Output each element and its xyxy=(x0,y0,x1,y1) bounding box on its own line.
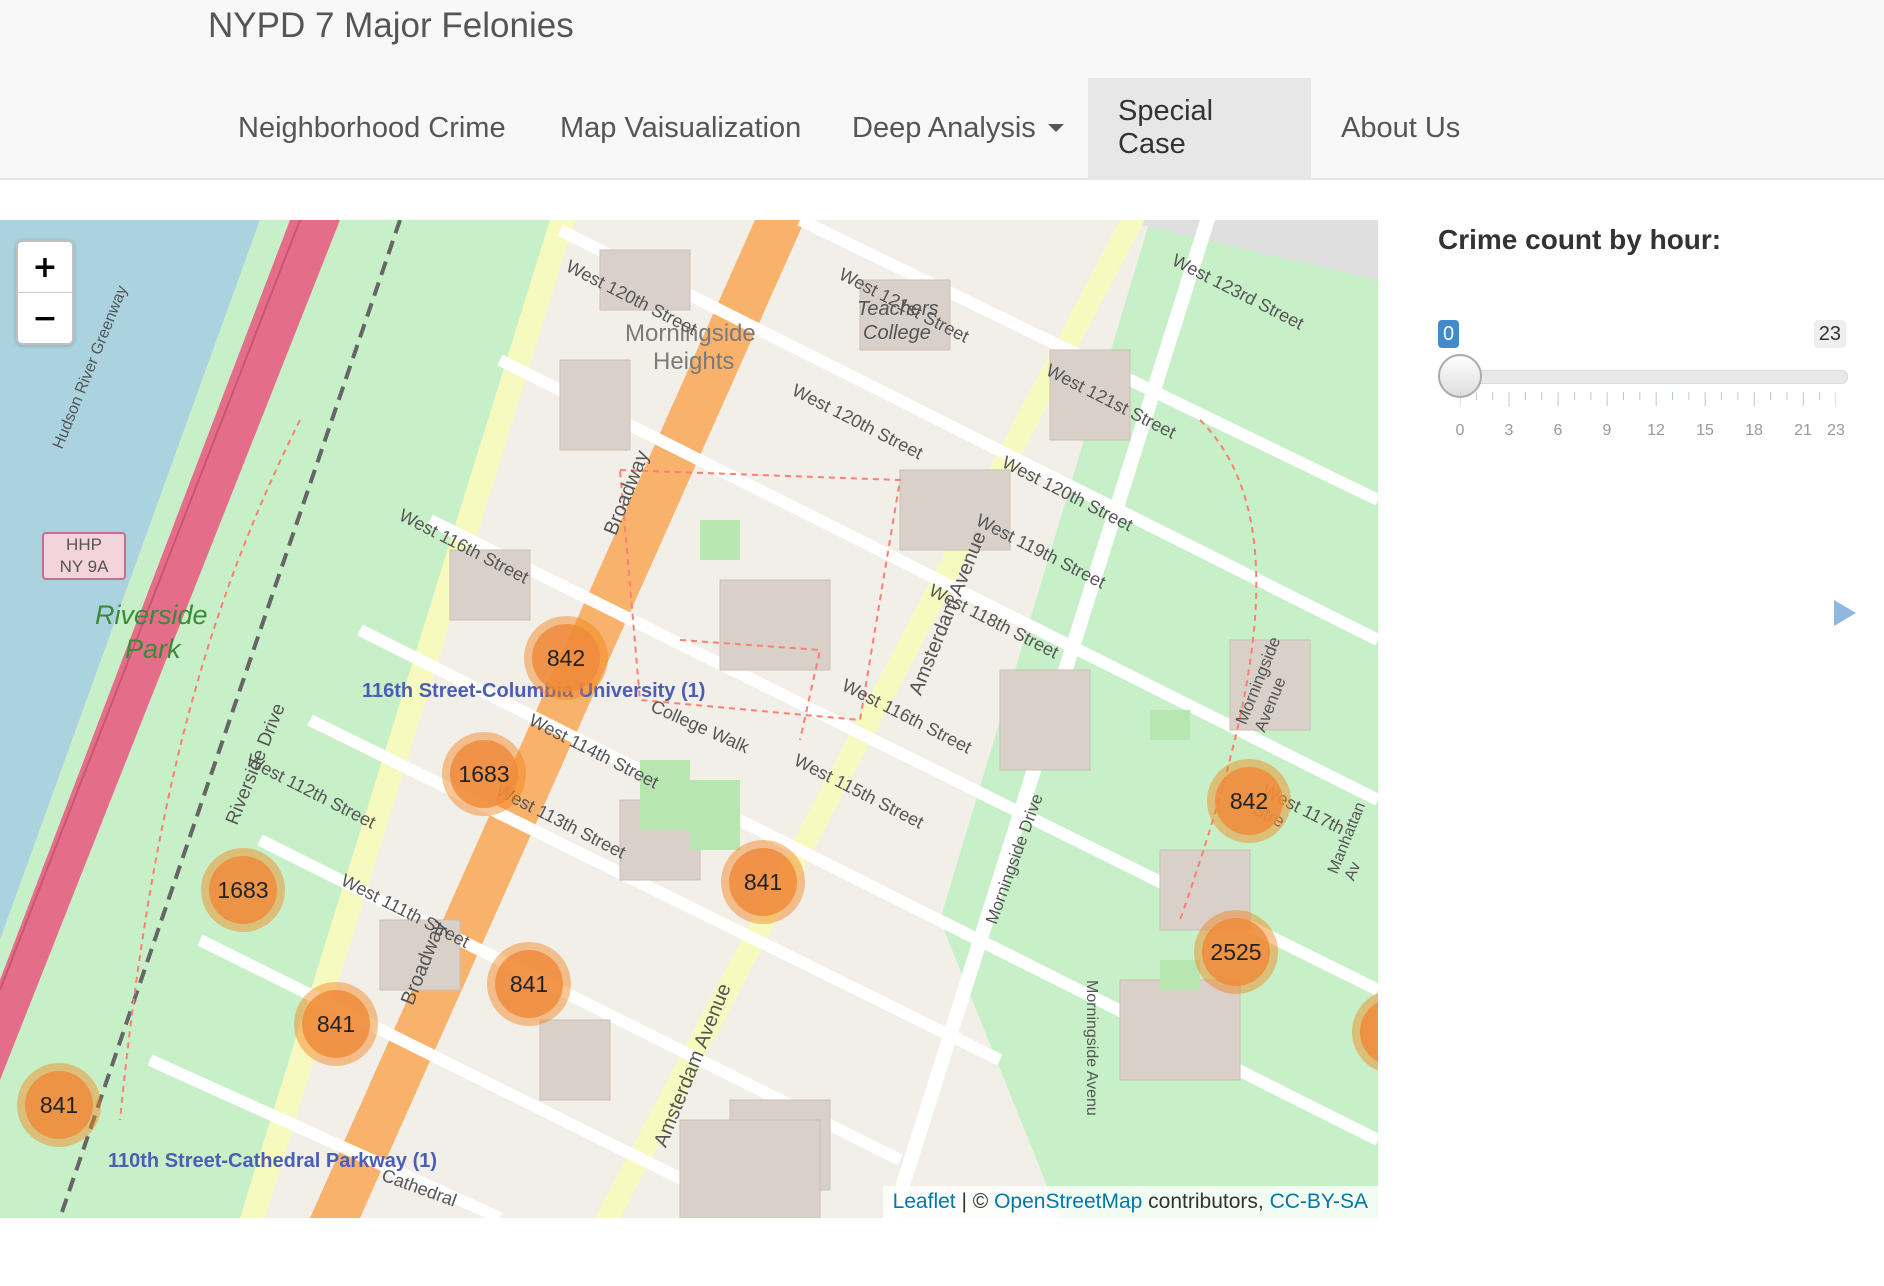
label-morningside-avenu: Morningside Avenu xyxy=(1083,980,1100,1116)
leaflet-link[interactable]: Leaflet xyxy=(893,1190,956,1213)
cluster-marker[interactable]: 1683 xyxy=(201,848,285,932)
cluster-count: 841 xyxy=(302,990,370,1058)
hour-slider[interactable]: 0 23 0 3 6 9 12 15 18 21 23 xyxy=(1438,270,1858,439)
slider-ticks xyxy=(1460,392,1836,406)
map-attribution: Leaflet | © OpenStreetMap contributors, … xyxy=(882,1186,1378,1218)
tick-label: 3 xyxy=(1504,422,1514,439)
cluster-count: 2525 xyxy=(1202,918,1270,986)
label-riverside: Riverside xyxy=(95,600,208,630)
tab-label: Special Case xyxy=(1118,95,1214,160)
tab-map-visualization[interactable]: Map Vaisualization xyxy=(530,78,831,178)
route-label-ny9a: NY 9A xyxy=(59,557,109,576)
attribution-sep: | © xyxy=(955,1190,995,1213)
cluster-marker[interactable]: 842 xyxy=(524,616,608,700)
cluster-count: 842 xyxy=(532,624,600,692)
tick-label: 21 xyxy=(1794,422,1812,439)
cluster-marker[interactable]: 841 xyxy=(721,840,805,924)
app-title[interactable]: NYPD 7 Major Felonies xyxy=(208,6,574,46)
cluster-count: 1683 xyxy=(209,856,277,924)
cluster-marker[interactable]: 841 xyxy=(487,942,571,1026)
map[interactable]: Riverside Park Morningside Heights Teach… xyxy=(0,220,1378,1218)
cluster-count: 1683 xyxy=(450,740,518,808)
tick-label: 15 xyxy=(1696,422,1714,439)
tick-label: 18 xyxy=(1745,422,1763,439)
tick-label: 6 xyxy=(1553,422,1563,439)
slider-max-badge: 23 xyxy=(1813,320,1846,348)
zoom-in-button[interactable]: + xyxy=(18,242,72,293)
cluster-count: 841 xyxy=(25,1071,93,1139)
caret-down-icon xyxy=(1047,124,1064,132)
slider-value-badge: 0 xyxy=(1438,320,1460,348)
tab-label: About Us xyxy=(1341,111,1461,144)
label-park: Park xyxy=(125,634,181,664)
tab-neighborhood-crime[interactable]: Neighborhood Crime xyxy=(208,78,536,178)
route-shield: HHP NY 9A xyxy=(42,532,126,580)
tab-label: Neighborhood Crime xyxy=(238,111,506,144)
tab-label: Map Vaisualization xyxy=(560,111,802,144)
slider-track[interactable] xyxy=(1450,370,1848,384)
license-link[interactable]: CC-BY-SA xyxy=(1270,1190,1368,1213)
tick-label: 9 xyxy=(1602,422,1612,439)
zoom-out-button[interactable]: − xyxy=(18,293,72,343)
tick-label: 12 xyxy=(1647,422,1665,439)
play-icon[interactable] xyxy=(1834,600,1856,626)
tab-special-case[interactable]: Special Case xyxy=(1088,78,1311,178)
cluster-marker[interactable]: 842 xyxy=(1207,759,1291,843)
label-heights: Heights xyxy=(653,348,735,375)
tab-deep-analysis-dropdown[interactable]: Deep Analysis xyxy=(822,78,1094,178)
route-label-hhp: HHP xyxy=(66,535,102,554)
slider-label: Crime count by hour: xyxy=(1438,224,1722,255)
attribution-contrib: contributors, xyxy=(1142,1190,1270,1213)
cluster-marker[interactable]: 841 xyxy=(294,982,378,1066)
tick-label: 23 xyxy=(1827,422,1845,439)
cluster-count: 3 xyxy=(1360,998,1378,1066)
navbar: NYPD 7 Major Felonies Neighborhood Crime… xyxy=(0,0,1884,180)
cluster-marker[interactable]: 2525 xyxy=(1194,910,1278,994)
zoom-control: + − xyxy=(16,240,74,345)
osm-link[interactable]: OpenStreetMap xyxy=(994,1190,1142,1213)
cluster-marker[interactable]: 841 xyxy=(17,1063,101,1147)
cluster-count: 841 xyxy=(729,848,797,916)
cluster-marker[interactable]: 1683 xyxy=(442,732,526,816)
tick-label: 0 xyxy=(1455,422,1465,439)
tab-label: Deep Analysis xyxy=(852,111,1036,144)
cluster-count: 841 xyxy=(495,950,563,1018)
tab-about-us[interactable]: About Us xyxy=(1311,78,1490,178)
cluster-count: 842 xyxy=(1215,767,1283,835)
control-panel: Crime count by hour: 0 23 0 3 6 9 12 15 … xyxy=(1438,220,1858,626)
